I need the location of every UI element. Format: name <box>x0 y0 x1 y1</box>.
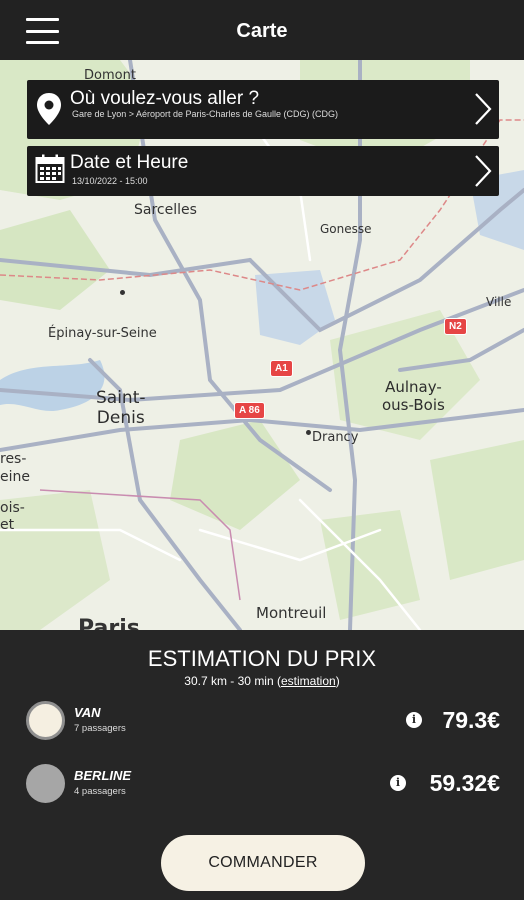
place-sarcelles: Sarcelles <box>134 202 197 218</box>
info-icon[interactable]: i <box>406 712 422 728</box>
map-dot <box>306 430 311 435</box>
vehicle-name: VAN <box>74 705 101 720</box>
datetime-label: Date et Heure <box>70 152 189 173</box>
place-aulnay: Aulnay- ous-Bois <box>382 378 445 414</box>
location-pin-icon <box>37 93 61 125</box>
vehicle-passengers: 4 passagers <box>74 786 126 797</box>
destination-detail: Gare de Lyon > Aéroport de Paris-Charles… <box>72 109 339 119</box>
datetime-detail: 13/10/2022 - 15:00 <box>72 176 148 186</box>
radio-unselected[interactable] <box>26 764 65 803</box>
vehicle-name: BERLINE <box>74 768 132 783</box>
place-gonesse: Gonesse <box>320 222 372 236</box>
datetime-card[interactable]: Date et Heure 13/10/2022 - 15:00 <box>27 146 499 196</box>
place-cut-left-1: res- eine <box>0 451 30 485</box>
estimate-link[interactable]: estimation <box>281 674 336 688</box>
place-villepinte: Ville <box>486 295 512 309</box>
info-icon[interactable]: i <box>390 775 406 791</box>
vehicle-passengers: 7 passagers <box>74 723 126 734</box>
chevron-right-icon <box>475 155 492 187</box>
road-shield-a1: A1 <box>270 360 293 377</box>
place-montreuil: Montreuil <box>256 604 327 622</box>
vehicle-option-van[interactable]: VAN 7 passagers i 79.3€ <box>26 700 500 742</box>
place-cut-left-2: ois- et <box>0 500 25 533</box>
road-shield-n2: N2 <box>444 318 467 335</box>
estimate-distance-duration: 30.7 km - 30 min <box>184 674 274 688</box>
place-drancy: Drancy <box>312 430 359 445</box>
vehicle-price: 59.32€ <box>429 770 500 796</box>
order-button[interactable]: COMMANDER <box>161 835 365 891</box>
destination-card[interactable]: Où voulez-vous aller ? Gare de Lyon > Aé… <box>27 80 499 139</box>
destination-label: Où voulez-vous aller ? <box>70 88 260 109</box>
place-epinay: Épinay-sur-Seine <box>48 326 157 341</box>
calendar-icon <box>35 154 65 183</box>
page-title: Carte <box>236 20 288 42</box>
chevron-right-icon <box>475 93 492 125</box>
road-shield-a86: A 86 <box>234 402 265 419</box>
vehicle-option-berline[interactable]: BERLINE 4 passagers i 59.32€ <box>26 763 500 805</box>
map-dot <box>120 290 125 295</box>
vehicle-price: 79.3€ <box>442 707 500 733</box>
estimate-summary: 30.7 km - 30 min (estimation) <box>184 674 340 688</box>
estimate-title: ESTIMATION DU PRIX <box>147 646 377 671</box>
app-header: Carte <box>0 0 524 60</box>
price-estimate-panel: ESTIMATION DU PRIX 30.7 km - 30 min (est… <box>0 630 524 900</box>
place-paris: Paris <box>78 616 140 630</box>
place-saint-denis: Saint- Denis <box>96 388 146 428</box>
radio-selected[interactable] <box>26 701 65 740</box>
